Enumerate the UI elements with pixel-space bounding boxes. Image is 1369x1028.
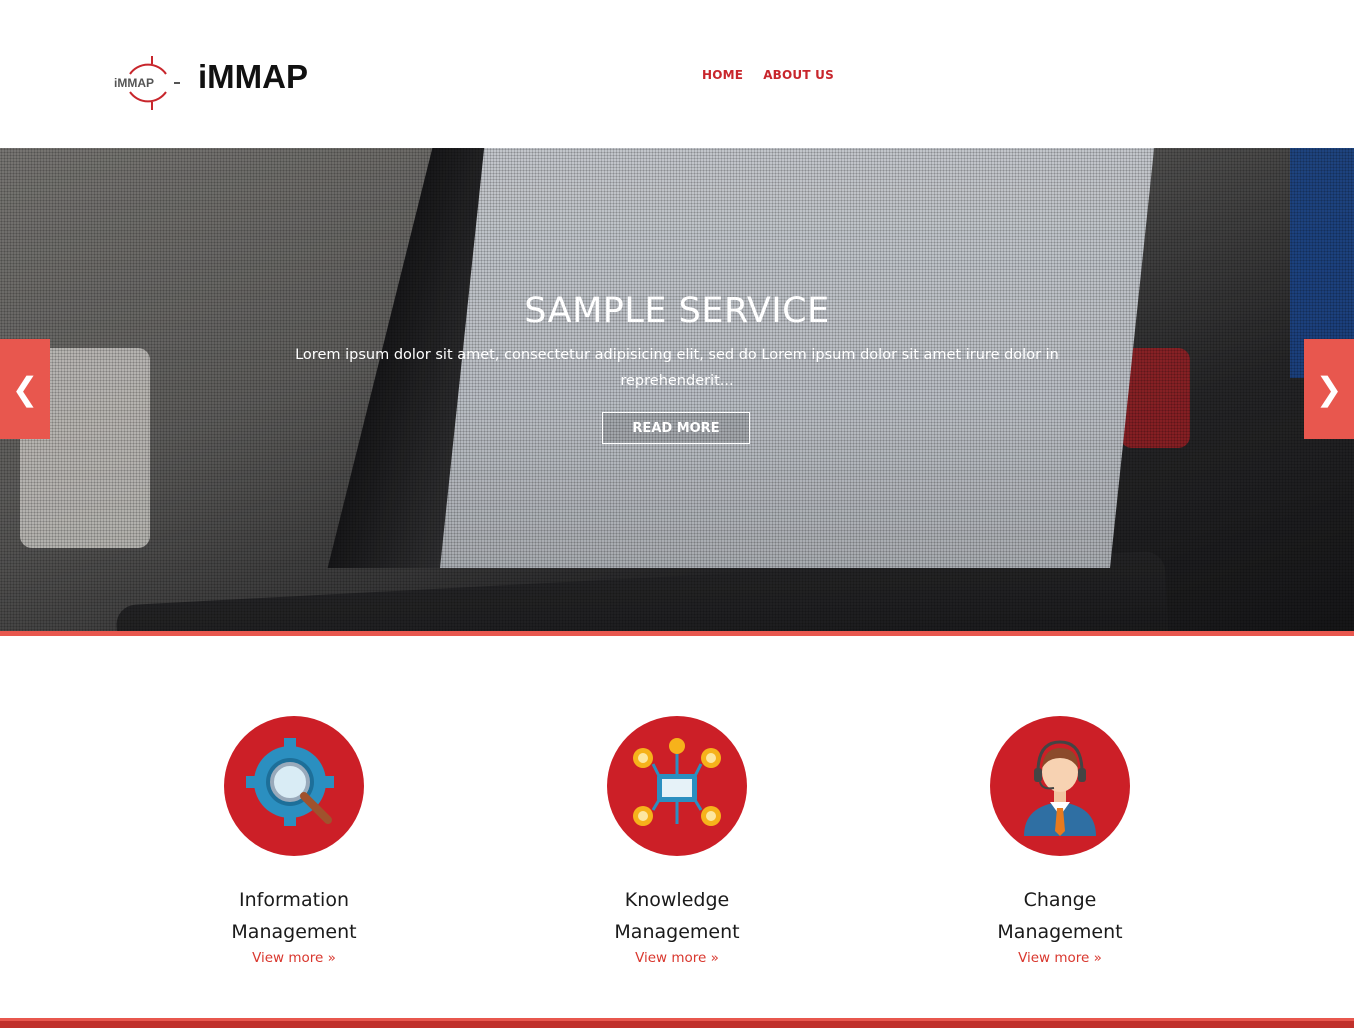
gear-search-icon [246, 738, 334, 826]
service-title: Management [997, 921, 1123, 943]
service-title: Knowledge [624, 889, 730, 911]
site-header: iMMAP iMMAP HOME ABOUT US [0, 0, 1354, 148]
view-more-link[interactable]: View more » [164, 950, 424, 966]
service-card: Knowledge Management View more » [547, 716, 807, 966]
network-icon [633, 738, 721, 826]
brand-logo[interactable]: iMMAP [112, 52, 184, 112]
service-icon-circle [224, 716, 364, 856]
slider-next-button[interactable]: ❯ [1304, 339, 1354, 439]
view-more-link[interactable]: View more » [547, 950, 807, 966]
hero-description: Lorem ipsum dolor sit amet, consectetur … [295, 347, 1059, 389]
main-nav: HOME ABOUT US [702, 68, 834, 82]
chevron-left-icon: ❮ [11, 370, 39, 408]
logo-text: iMMAP [114, 76, 154, 90]
slider-prev-button[interactable]: ❮ [0, 339, 50, 439]
service-title: Management [231, 921, 357, 943]
service-title: Information [239, 889, 349, 911]
brand-name[interactable]: iMMAP [198, 58, 308, 96]
hero-slider: SAMPLE SERVICE Lorem ipsum dolor sit ame… [0, 148, 1354, 632]
nav-home[interactable]: HOME [702, 68, 743, 82]
chevron-right-icon: ❯ [1315, 370, 1343, 408]
support-agent-icon [1024, 740, 1096, 836]
read-more-button[interactable]: READ MORE [602, 412, 750, 444]
view-more-link[interactable]: View more » [930, 950, 1190, 966]
service-card: Change Management View more » [930, 716, 1190, 966]
service-icon-circle [990, 716, 1130, 856]
hero-bottom-bar [0, 631, 1354, 636]
service-card: Information Management View more » [164, 716, 424, 966]
nav-about-us[interactable]: ABOUT US [763, 68, 834, 82]
footer-bar [0, 1018, 1354, 1028]
hero-title: SAMPLE SERVICE [524, 291, 830, 331]
service-title: Change [1023, 889, 1097, 911]
service-title: Management [614, 921, 740, 943]
service-icon-circle [607, 716, 747, 856]
